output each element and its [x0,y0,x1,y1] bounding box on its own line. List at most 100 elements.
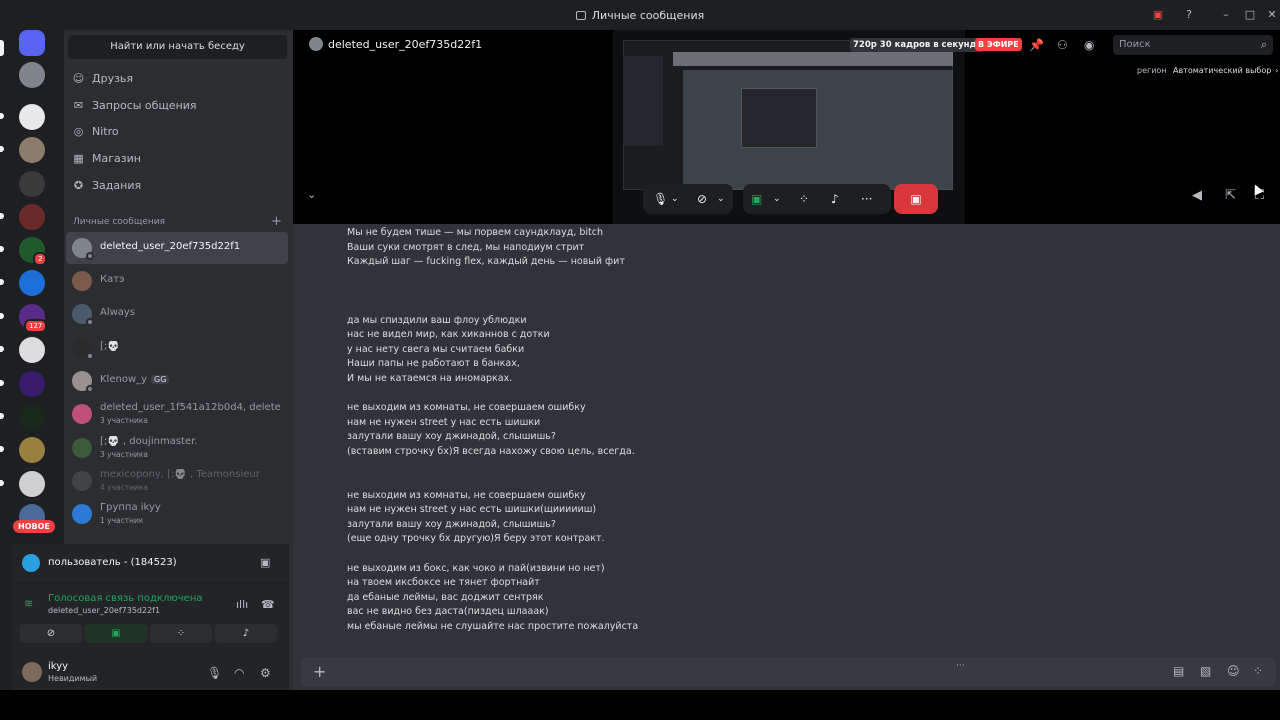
dm-item[interactable]: Always [66,298,288,330]
profile-icon[interactable]: ◉ [1084,38,1094,52]
dm-group-item[interactable]: mexicopony, [;💀 , Teamonsieur 4 участник… [66,465,288,497]
server-icon-10[interactable] [19,371,45,397]
main-area: deleted_user_20ef735d22f1 720p 30 кадров… [293,30,1280,690]
volume-icon[interactable]: ◀ [1192,188,1202,203]
nav-message-requests[interactable]: ✉ Запросы общения [68,94,287,118]
message-line: Мы не будем тише — мы порвем саундклауд,… [347,227,603,238]
dm-item[interactable]: deleted_user_20ef735d22f1 [66,232,288,264]
more-icon[interactable]: ··· [861,184,872,214]
inbox-alert-icon[interactable]: ▣ [1151,8,1165,22]
dm-item[interactable]: Klenow_y GG [66,365,288,397]
video-off-icon[interactable]: ⊘ [697,184,707,214]
header-avatar [309,37,323,51]
dm-group-item[interactable]: [;💀 , doujinmaster. 3 участника [66,432,288,464]
server-icon-11[interactable] [19,404,45,430]
dm-item[interactable]: Катэ [66,265,288,297]
screen-share-button[interactable]: ▣ [85,624,147,643]
username[interactable]: ikyy [48,661,68,672]
divider [12,583,289,584]
chevron-down-icon[interactable]: ⌄ [773,184,781,214]
header-title[interactable]: deleted_user_20ef735d22f1 [328,38,482,51]
search-input[interactable]: Поиск ⌕ [1113,35,1273,55]
server-icon-9[interactable] [19,337,45,363]
server-icon-2[interactable] [19,104,45,130]
attach-plus-icon[interactable]: + [313,662,326,681]
nav-quests[interactable]: ✪ Задания [68,174,287,198]
apps-icon[interactable]: ⁘ [1253,664,1263,678]
chevron-down-icon[interactable]: ⌄ [717,184,725,214]
unread-indicator [0,346,4,352]
discord-home-icon[interactable] [19,30,45,56]
activities-icon: ⁘ [176,628,186,639]
avatar [22,554,40,572]
chevron-down-icon[interactable]: ⌄ [671,184,679,214]
noise-suppression-icon[interactable]: ıllı [236,598,248,611]
dm-group-item[interactable]: Группа ikyy 1 участник [66,498,288,530]
soundboard-button[interactable]: ♪ [215,624,277,643]
disconnect-icon[interactable]: ☎ [261,598,275,611]
minimize-button[interactable]: – [1219,8,1233,22]
headphones-icon[interactable]: ◠ [234,666,244,680]
status-dot [86,352,94,360]
server-icon-13[interactable] [19,471,45,497]
signal-icon: ≋ [24,597,34,610]
activities-button[interactable]: ⁘ [150,624,212,643]
microphone-icon[interactable]: 🎙 [653,184,668,214]
gif-icon[interactable]: ▤ [1173,664,1184,678]
pin-icon[interactable]: 📌 [1029,38,1044,52]
create-dm-icon[interactable]: + [271,214,282,229]
screen-share-icon[interactable]: ▣ [751,184,762,214]
unread-indicator [0,446,4,452]
add-friends-icon[interactable]: ⚇ [1057,38,1068,52]
message-line: да ебаные леймы, вас доджит сентряк [347,591,544,603]
soundboard-icon[interactable]: ♪ [831,184,839,214]
unread-indicator [0,380,4,386]
message-line: мы ебаные леймы не слушайте нас простите… [347,621,639,633]
message-line: Каждый шаг — fucking flex, каждый день —… [347,256,625,268]
chevron-down-icon[interactable]: ⌄ [307,188,316,201]
nav-nitro[interactable]: ◎ Nitro [68,120,287,144]
message-line: вас не видно без даста(пиздец шлаaак) [347,606,549,618]
stop-stream-button[interactable]: ▣ [894,184,938,214]
unread-indicator [0,279,4,285]
sticker-icon[interactable]: ▧ [1200,664,1211,678]
help-icon[interactable]: ? [1182,8,1196,22]
server-icon-5[interactable] [19,204,45,230]
server-icon-4[interactable] [19,171,45,197]
search-icon: ⌕ [1260,38,1267,51]
server-icon-3[interactable] [19,137,45,163]
activities-icon[interactable]: ⁘ [799,184,809,214]
dm-group-item[interactable]: deleted_user_1f541a12b0d4, deleted... 3 … [66,398,288,430]
emoji-icon[interactable]: ☺ [1227,664,1240,678]
message-composer[interactable]: + ··· ▤ ▧ ☺ ⁘ [301,657,1276,687]
server-icon-7[interactable] [19,270,45,296]
region-select[interactable]: Автоматический выбор › [1173,66,1279,75]
nav-friends[interactable]: ☺ Друзья [68,67,287,91]
message-line [347,547,1047,562]
user-avatar[interactable] [22,662,42,682]
voice-channel[interactable]: deleted_user_20ef735d22f1 [48,606,160,615]
group-avatar [72,404,92,424]
server-icon-12[interactable] [19,437,45,463]
unread-indicator [0,213,4,219]
chevron-down-icon: › [1275,66,1279,75]
unread-indicator [0,480,4,486]
server-icon-1[interactable] [19,62,45,88]
settings-gear-icon[interactable]: ⚙ [260,666,271,680]
close-button[interactable]: ✕ [1265,8,1279,22]
stop-share-icon: ▣ [910,192,922,206]
message-line: Наши папы не работают в банках, [347,358,520,370]
nav-shop[interactable]: ▦ Магазин [68,147,287,171]
message-line: у нас нету свега мы считаем бабки [347,343,525,355]
screen-icon[interactable]: ▣ [260,556,270,569]
stream-quality-badge: 720p 30 кадров в секунду [850,38,985,52]
microphone-icon[interactable]: 🎙 [207,666,222,680]
dm-item[interactable]: [;💀 [66,332,288,364]
camera-toggle-button[interactable]: ⊘ [20,624,82,643]
maximize-button[interactable]: □ [1243,8,1257,22]
popout-icon[interactable]: ⇱ [1225,188,1236,203]
voice-status[interactable]: Голосовая связь подключена [48,593,203,604]
find-conversation-button[interactable]: Найти или начать беседу [68,35,287,59]
message-line: (вставим строчку бх)Я всегда нахожу свою… [347,445,635,457]
message-line: И мы не катаемся на иномарках. [347,372,513,384]
